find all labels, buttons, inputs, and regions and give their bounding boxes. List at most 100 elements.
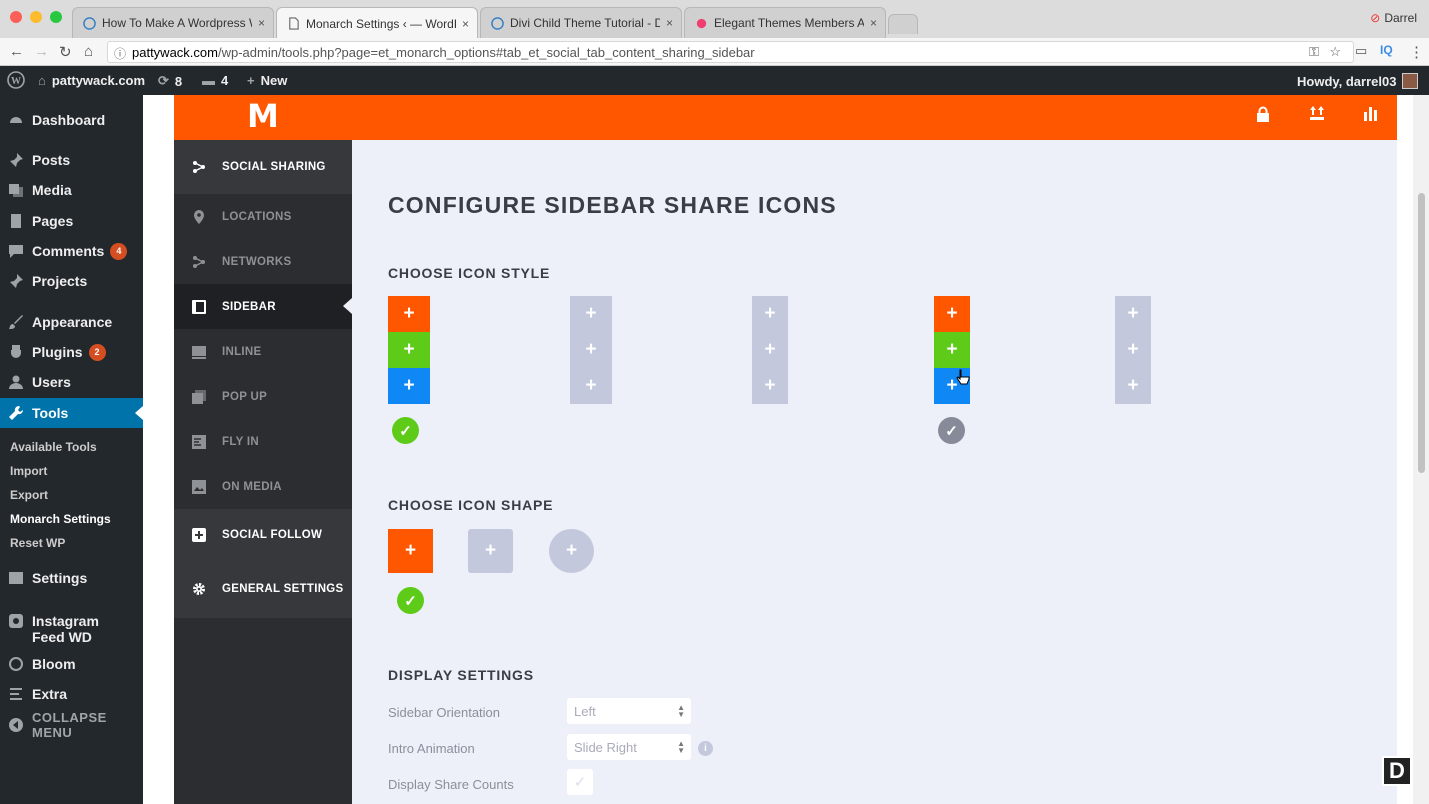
nav-general-settings[interactable]: GENERAL SETTINGS	[174, 560, 352, 618]
comment-icon	[9, 245, 23, 258]
nav-on-media[interactable]: ON MEDIA	[174, 464, 352, 509]
page-title: CONFIGURE SIDEBAR SHARE ICONS	[388, 192, 837, 218]
icon-shape-rounded[interactable]: +	[468, 529, 513, 573]
plus-icon: +	[570, 332, 612, 368]
nav-inline[interactable]: INLINE	[174, 329, 352, 374]
nav-pop-up[interactable]: POP UP	[174, 374, 352, 419]
plus-icon: +	[247, 73, 255, 88]
menu-comments[interactable]: Comments 4	[0, 236, 143, 266]
menu-bloom[interactable]: Bloom	[0, 649, 143, 679]
home-icon: ⌂	[38, 73, 46, 88]
star-icon[interactable]: ☆	[1329, 44, 1341, 60]
plus-icon: +	[752, 368, 788, 404]
menu-instagram-feed[interactable]: Instagram Feed WD	[0, 609, 143, 649]
submenu-available-tools[interactable]: Available Tools	[10, 440, 97, 454]
instagram-icon	[9, 614, 23, 628]
adminbar-updates[interactable]: ⟳ 8	[158, 73, 182, 89]
hover-check-icon[interactable]: ✓	[938, 417, 965, 444]
address-bar[interactable]: ⓘ pattywack.com/wp-admin/tools.php?page=…	[107, 41, 1354, 63]
icon-style-option-colored[interactable]: + + +	[388, 296, 432, 404]
tab-close-icon[interactable]: ×	[462, 17, 469, 31]
browser-tab[interactable]: How To Make A Wordpress We ×	[72, 7, 274, 38]
menu-settings[interactable]: Settings	[0, 563, 143, 593]
nav-locations[interactable]: LOCATIONS	[174, 194, 352, 239]
lock-icon[interactable]	[1256, 106, 1270, 122]
monarch-logo: M	[174, 95, 352, 140]
scrollbar-thumb[interactable]	[1418, 193, 1425, 473]
nav-social-sharing[interactable]: SOCIAL SHARING	[174, 140, 352, 194]
menu-posts[interactable]: Posts	[0, 145, 143, 175]
key-icon[interactable]: ⚿	[1309, 44, 1319, 60]
menu-projects[interactable]: Projects	[0, 266, 143, 296]
menu-users[interactable]: Users	[0, 367, 143, 397]
paintbrush-icon	[9, 315, 23, 329]
intro-animation-select[interactable]: Slide Right ▲ ▼	[567, 734, 691, 760]
adminbar-site[interactable]: ⌂ pattywack.com	[38, 73, 145, 88]
icon-style-option-gray-narrow[interactable]: + + +	[752, 296, 788, 404]
zoom-window-button[interactable]	[50, 11, 62, 23]
tab-close-icon[interactable]: ×	[258, 16, 265, 30]
info-icon: ⓘ	[114, 47, 127, 61]
display-share-counts-checkbox[interactable]: ✓	[567, 769, 593, 795]
minimize-window-button[interactable]	[30, 11, 42, 23]
home-icon[interactable]: ⌂	[84, 43, 93, 60]
menu-appearance[interactable]: Appearance	[0, 307, 143, 337]
browser-profile[interactable]: ⊘ Darrel	[1370, 11, 1417, 25]
image-icon	[192, 479, 206, 494]
plus-icon: +	[1115, 368, 1151, 404]
submenu-monarch-settings[interactable]: Monarch Settings	[10, 512, 111, 526]
stats-icon[interactable]	[1363, 105, 1379, 121]
icon-style-option-gray[interactable]: + + +	[570, 296, 614, 404]
iq-extension-icon[interactable]: IQ	[1380, 43, 1393, 57]
menu-plugins[interactable]: Plugins 2	[0, 337, 143, 367]
forward-arrow-icon[interactable]: →	[34, 43, 49, 60]
icon-style-option-colored-narrow[interactable]: + + +	[934, 296, 970, 404]
extra-icon	[10, 688, 22, 700]
plus-icon: +	[570, 368, 612, 404]
back-arrow-icon[interactable]: ←	[9, 43, 24, 60]
plus-icon: +	[752, 296, 788, 332]
browser-tab-active[interactable]: Monarch Settings ‹ — WordPre ×	[276, 7, 478, 39]
nav-fly-in[interactable]: FLY IN	[174, 419, 352, 464]
icon-style-option-gray-narrow-2[interactable]: + + +	[1115, 296, 1151, 404]
bloom-icon	[9, 657, 23, 671]
menu-pages[interactable]: Pages	[0, 206, 143, 236]
browser-tab[interactable]: Elegant Themes Members Area ×	[684, 7, 886, 38]
sidebar-orientation-select[interactable]: Left ▲ ▼	[567, 698, 691, 724]
monarch-header: M	[174, 95, 1397, 140]
menu-tools[interactable]: Tools	[0, 398, 143, 428]
close-window-button[interactable]	[10, 11, 22, 23]
select-arrows-icon: ▲ ▼	[677, 703, 685, 719]
adminbar-comments[interactable]: ▬ 4	[202, 73, 228, 88]
watermark-logo: D	[1382, 756, 1412, 786]
adminbar-new[interactable]: + New	[247, 73, 287, 88]
icon-shape-square[interactable]: +	[388, 529, 433, 573]
reload-icon[interactable]: ↻	[59, 43, 72, 61]
tab-close-icon[interactable]: ×	[870, 16, 877, 30]
submenu-import[interactable]: Import	[10, 464, 47, 478]
plus-icon: +	[388, 368, 430, 404]
nav-networks[interactable]: NETWORKS	[174, 239, 352, 284]
nav-sidebar[interactable]: SIDEBAR	[174, 284, 352, 329]
menu-extra[interactable]: Extra	[0, 679, 143, 709]
icon-shape-circle[interactable]: +	[549, 529, 594, 573]
page-scrollbar[interactable]	[1413, 95, 1429, 804]
adminbar-account[interactable]: Howdy, darrel03	[1297, 73, 1419, 89]
import-export-icon[interactable]	[1309, 105, 1325, 121]
menu-dots-icon[interactable]: ⋮	[1409, 43, 1424, 61]
new-tab-button[interactable]	[888, 14, 918, 34]
elegant-themes-icon	[696, 18, 707, 28]
nav-social-follow[interactable]: SOCIAL FOLLOW	[174, 509, 352, 560]
menu-media[interactable]: Media	[0, 175, 143, 205]
settings-icon	[9, 572, 23, 584]
wordpress-logo-icon[interactable]: W	[7, 71, 25, 89]
submenu-export[interactable]: Export	[10, 488, 48, 502]
menu-dashboard[interactable]: Dashboard	[0, 105, 143, 135]
browser-tab[interactable]: Divi Child Theme Tutorial - Divi ×	[480, 7, 682, 38]
collapse-menu-button[interactable]: COLLAPSE MENU	[0, 710, 143, 740]
tab-close-icon[interactable]: ×	[666, 16, 673, 30]
submenu-reset-wp[interactable]: Reset WP	[10, 536, 65, 550]
browser-tab-bar: How To Make A Wordpress We × Monarch Set…	[0, 0, 1429, 39]
info-icon[interactable]: i	[698, 741, 713, 756]
cast-icon[interactable]: ▭	[1355, 43, 1367, 59]
